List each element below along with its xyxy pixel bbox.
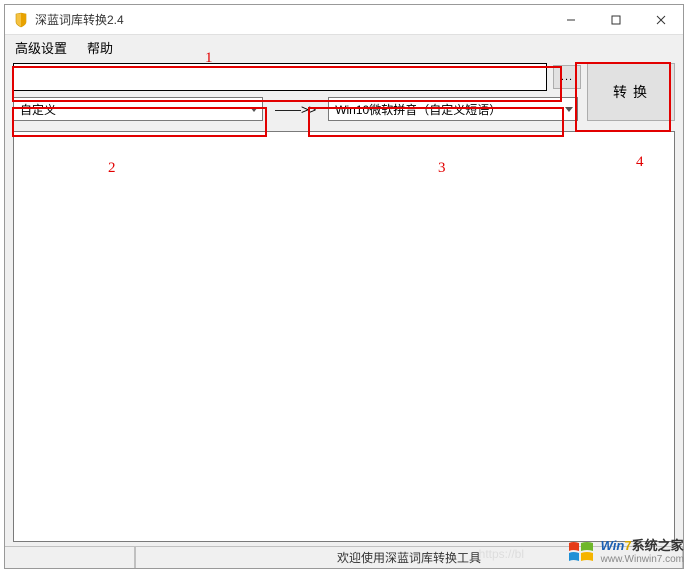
arrow-separator: ——>>	[271, 102, 320, 117]
app-icon	[13, 12, 29, 28]
menubar: 高级设置 帮助	[5, 35, 683, 59]
browse-button[interactable]: ...	[553, 65, 581, 89]
file-path-input[interactable]	[13, 63, 547, 91]
minimize-button[interactable]	[548, 5, 593, 34]
output-textarea[interactable]	[13, 131, 675, 542]
status-left-cell	[5, 547, 135, 568]
source-format-value: 自定义	[20, 101, 56, 118]
target-format-combo[interactable]: Win10微软拼音（自定义短语）	[328, 97, 578, 121]
window-controls	[548, 5, 683, 34]
titlebar: 深蓝词库转换2.4	[5, 5, 683, 35]
status-message: 欢迎使用深蓝词库转换工具	[135, 547, 683, 568]
target-format-value: Win10微软拼音（自定义短语）	[335, 101, 501, 118]
chevron-down-icon	[250, 102, 258, 116]
maximize-button[interactable]	[593, 5, 638, 34]
window-title: 深蓝词库转换2.4	[35, 11, 548, 28]
menu-advanced[interactable]: 高级设置	[15, 38, 67, 57]
app-window: 深蓝词库转换2.4 高级设置 帮助 ...	[4, 4, 684, 569]
chevron-down-icon	[565, 102, 573, 116]
statusbar: 欢迎使用深蓝词库转换工具	[5, 546, 683, 568]
convert-button[interactable]: 转换	[587, 63, 675, 121]
source-format-combo[interactable]: 自定义	[13, 97, 263, 121]
menu-help[interactable]: 帮助	[87, 38, 113, 57]
close-button[interactable]	[638, 5, 683, 34]
toolbar: ... 自定义 ——>> Win10微软拼音（自定义短语）	[5, 59, 683, 121]
